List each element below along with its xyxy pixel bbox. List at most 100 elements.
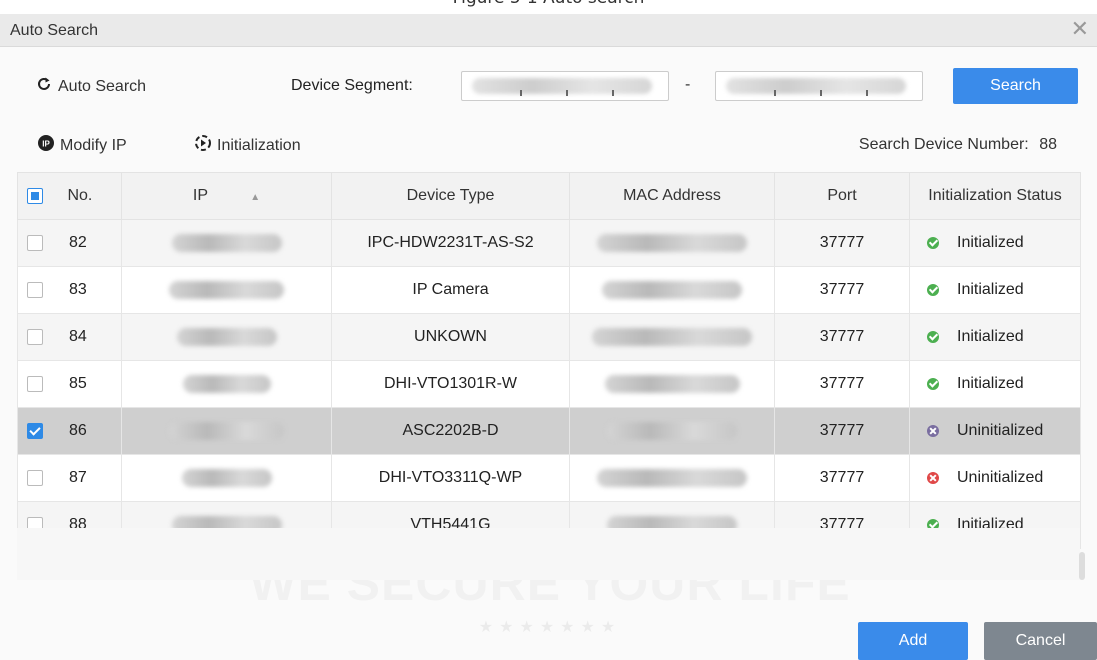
initialization-button[interactable]: Initialization: [194, 134, 301, 157]
ip-redacted: [171, 233, 282, 252]
cell-mac-address: [569, 266, 775, 314]
cell-mac-address: [569, 219, 775, 267]
cell-port: 37777: [774, 360, 910, 408]
select-all-checkbox[interactable]: [27, 187, 43, 204]
row-number: 84: [69, 327, 87, 345]
svg-text:IP: IP: [42, 140, 50, 149]
row-checkbox[interactable]: [27, 375, 43, 392]
search-device-number-value: 88: [1039, 136, 1057, 153]
ip-redacted: [169, 421, 284, 440]
cell-status: Initialized: [909, 266, 1081, 314]
cell-no: 86: [17, 407, 122, 455]
initialized-check-icon: [927, 378, 939, 390]
table-row[interactable]: 86 ASC2202B-D 37777 Uninitialized: [17, 407, 1081, 455]
row-checkbox[interactable]: [27, 422, 43, 439]
cell-mac-address: [569, 407, 775, 455]
search-toolbar: Auto Search Device Segment: - Search: [0, 68, 1097, 104]
cell-no: 82: [17, 219, 122, 267]
cell-device-type: IP Camera: [331, 266, 570, 314]
add-button[interactable]: Add: [858, 622, 968, 660]
ip-separator: [520, 90, 522, 96]
initialization-label: Initialization: [217, 136, 301, 154]
dialog-title: Auto Search: [10, 22, 99, 39]
mac-redacted: [604, 374, 740, 393]
cell-ip: [121, 266, 332, 314]
status-label: Initialized: [957, 375, 1024, 392]
initialization-icon: [194, 134, 212, 157]
uninitialized-x-icon: [927, 472, 939, 484]
cell-ip: [121, 313, 332, 361]
mac-redacted: [602, 280, 742, 299]
cell-no: 87: [17, 454, 122, 502]
close-icon[interactable]: ✕: [1071, 18, 1089, 40]
cell-no: 85: [17, 360, 122, 408]
ip-redacted: [176, 327, 277, 346]
row-number: 86: [69, 421, 87, 439]
row-checkbox[interactable]: [27, 234, 43, 251]
table-row[interactable]: 82 IPC-HDW2231T-AS-S2 37777 Initialized: [17, 219, 1081, 267]
modify-ip-label: Modify IP: [60, 136, 127, 154]
status-label: Initialized: [957, 328, 1024, 345]
ip-separator: [820, 90, 822, 96]
table-row[interactable]: 85 DHI-VTO1301R-W 37777 Initialized: [17, 360, 1081, 408]
initialized-check-icon: [927, 331, 939, 343]
cell-device-type: ASC2202B-D: [331, 407, 570, 455]
device-table: No. IP ▲ Device Type MAC Address Port In…: [17, 172, 1081, 549]
table-row[interactable]: 83 IP Camera 37777 Initialized: [17, 266, 1081, 314]
cell-port: 37777: [774, 219, 910, 267]
status-label: Uninitialized: [957, 469, 1044, 486]
mac-redacted: [597, 233, 747, 252]
cell-no: 83: [17, 266, 122, 314]
device-segment-label: Device Segment:: [291, 77, 413, 94]
cell-device-type: IPC-HDW2231T-AS-S2: [331, 219, 570, 267]
start-ip-field[interactable]: [461, 71, 669, 101]
initialized-check-icon: [927, 237, 939, 249]
row-checkbox[interactable]: [27, 281, 43, 298]
status-label: Uninitialized: [957, 422, 1044, 439]
range-separator: -: [685, 76, 691, 93]
row-checkbox[interactable]: [27, 328, 43, 345]
cell-ip: [121, 407, 332, 455]
uninitialized-x-icon: [927, 425, 939, 437]
watermark-stars: ★★★★★★★: [478, 619, 622, 636]
auto-search-dialog: Auto Search ✕ WE SECURE YOUR LIFE ★★★★★★…: [0, 14, 1097, 660]
header-initialization-status: Initialization Status: [909, 172, 1081, 220]
row-number: 87: [69, 468, 87, 486]
row-checkbox[interactable]: [27, 469, 43, 486]
figure-caption: Figure 5-1 Auto search: [0, 0, 1097, 14]
cell-mac-address: [569, 360, 775, 408]
ip-separator: [774, 90, 776, 96]
row-number: 83: [69, 280, 87, 298]
status-label: Initialized: [957, 281, 1024, 298]
initialized-check-icon: [927, 284, 939, 296]
search-device-number: Search Device Number: 88: [859, 136, 1057, 154]
cell-port: 37777: [774, 407, 910, 455]
cell-status: Initialized: [909, 360, 1081, 408]
ip-separator: [612, 90, 614, 96]
header-device-type: Device Type: [331, 172, 570, 220]
ip-redacted: [169, 280, 284, 299]
ip-redacted: [181, 468, 272, 487]
table-row[interactable]: 87 DHI-VTO3311Q-WP 37777 Uninitialized: [17, 454, 1081, 502]
mac-redacted: [597, 468, 747, 487]
table-header: No. IP ▲ Device Type MAC Address Port In…: [17, 172, 1081, 220]
header-ip[interactable]: IP ▲: [121, 172, 332, 220]
search-device-number-label: Search Device Number:: [858, 136, 1029, 153]
end-ip-value: [726, 78, 906, 94]
table-empty-area: [17, 528, 1080, 580]
cell-status: Initialized: [909, 219, 1081, 267]
table-scrollbar[interactable]: [1079, 552, 1085, 580]
cell-status: Uninitialized: [909, 407, 1081, 455]
auto-search-button[interactable]: Auto Search: [36, 76, 146, 97]
cell-port: 37777: [774, 454, 910, 502]
modify-ip-button[interactable]: IP Modify IP: [37, 134, 127, 157]
cancel-button[interactable]: Cancel: [984, 622, 1097, 660]
end-ip-field[interactable]: [715, 71, 923, 101]
cell-ip: [121, 360, 332, 408]
cell-no: 84: [17, 313, 122, 361]
cell-device-type: DHI-VTO1301R-W: [331, 360, 570, 408]
cell-status: Initialized: [909, 313, 1081, 361]
table-row[interactable]: 84 UNKOWN 37777 Initialized: [17, 313, 1081, 361]
ip-separator: [566, 90, 568, 96]
search-button[interactable]: Search: [953, 68, 1078, 104]
